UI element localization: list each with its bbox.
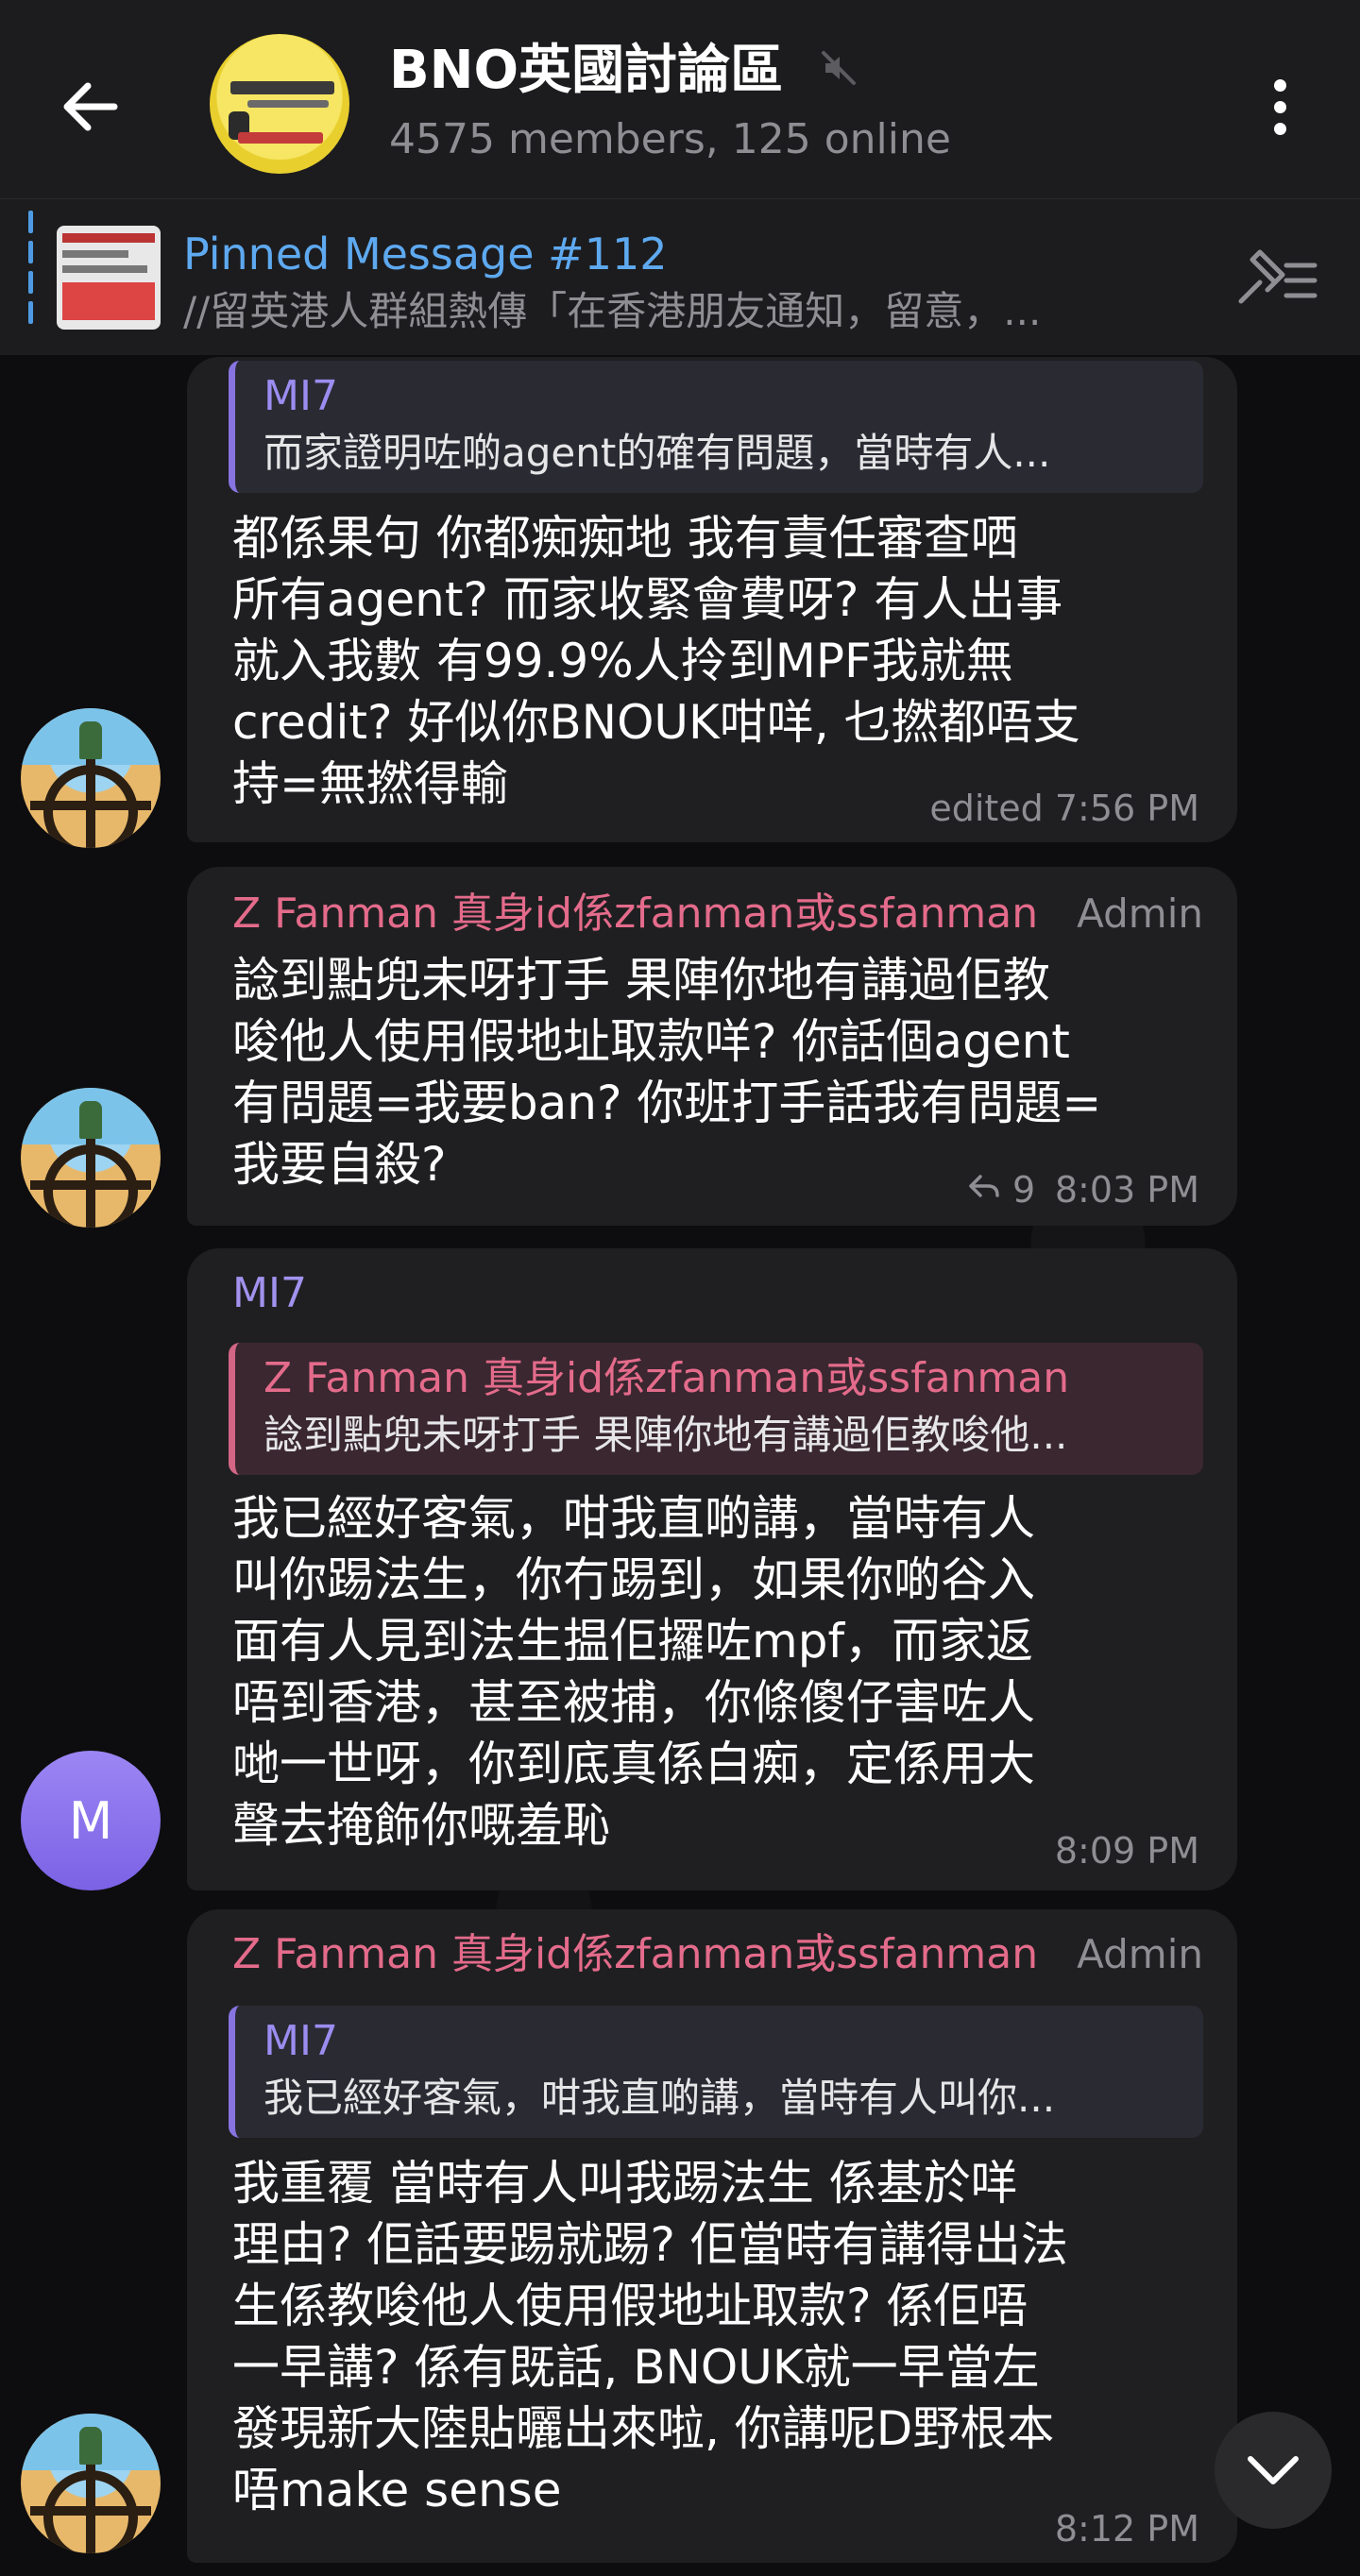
pinned-title: Pinned Message #112 bbox=[183, 229, 668, 280]
chevron-down-icon bbox=[1248, 2456, 1299, 2484]
message-time: 8:12 PM bbox=[1054, 2508, 1199, 2550]
member-count: 4575 members, 125 online bbox=[389, 115, 951, 163]
chat-header: BNO英國討論區 4575 members, 125 online bbox=[0, 0, 1360, 198]
reply-text: 我已經好客氣，咁我直啲講，當時有人叫你... bbox=[264, 2075, 1056, 2121]
avatar[interactable] bbox=[21, 708, 161, 848]
group-avatar[interactable] bbox=[210, 34, 349, 174]
sender-name[interactable]: Z Fanman 真身id係zfanman或ssfanman bbox=[232, 1928, 1038, 1981]
message-time: 8:09 PM bbox=[1054, 1830, 1199, 1872]
pinned-preview: //留英港人群組熱傳「在香港朋友通知，留意，... bbox=[183, 288, 1042, 334]
message-text: 我已經好客氣，咁我直啲講，當時有人 叫你踢法生，你冇踢到，如果你啲谷入 面有人見… bbox=[232, 1491, 1035, 1853]
sender-name[interactable]: MI7 bbox=[232, 1267, 307, 1320]
reply-preview[interactable]: Z Fanman 真身id係zfanman或ssfanman 諗到點兜未呀打手 … bbox=[229, 1343, 1203, 1475]
chat-title[interactable]: BNO英國討論區 bbox=[389, 38, 783, 104]
message-bubble[interactable]: MI7 而家證明咗啲agent的確有問題，當時有人... 都係果句 你都痴痴地 … bbox=[187, 357, 1237, 842]
pinned-thumbnail bbox=[57, 226, 161, 330]
admin-badge: Admin bbox=[1077, 1931, 1203, 1977]
message-bubble[interactable]: Z Fanman 真身id係zfanman或ssfanman Admin 諗到點… bbox=[187, 867, 1237, 1226]
kebab-menu-icon bbox=[1273, 78, 1286, 92]
reply-text: 而家證明咗啲agent的確有問題，當時有人... bbox=[264, 430, 1051, 476]
avatar[interactable]: M bbox=[21, 1751, 161, 1890]
admin-badge: Admin bbox=[1077, 890, 1203, 937]
message-text: 諗到點兜未呀打手 果陣你地有講過佢教 唆他人使用假地址取款咩? 你話個agent… bbox=[232, 953, 1102, 1192]
message-time: edited 7:56 PM bbox=[929, 788, 1199, 829]
arrow-left-icon bbox=[63, 82, 118, 131]
message-bubble[interactable]: MI7 Z Fanman 真身id係zfanman或ssfanman 諗到點兜未… bbox=[187, 1248, 1237, 1890]
kebab-menu-button[interactable] bbox=[1256, 64, 1303, 149]
reply-sender: MI7 bbox=[264, 2017, 338, 2065]
reply-text: 諗到點兜未呀打手 果陣你地有講過佢教唆他... bbox=[264, 1412, 1068, 1458]
sender-name[interactable]: Z Fanman 真身id係zfanman或ssfanman bbox=[232, 888, 1038, 941]
reply-sender: MI7 bbox=[264, 372, 338, 420]
muted-speaker-icon bbox=[822, 51, 856, 85]
back-button[interactable] bbox=[47, 64, 132, 149]
message-bubble[interactable]: Z Fanman 真身id係zfanman或ssfanman Admin MI7… bbox=[187, 1909, 1237, 2563]
avatar[interactable] bbox=[21, 2414, 161, 2553]
reply-count[interactable]: 9 bbox=[1012, 1167, 1035, 1212]
message-text: 我重覆 當時有人叫我踢法生 係基於咩 理由? 佢話要踢就踢? 佢當時有講得出法 … bbox=[232, 2156, 1068, 2517]
reply-arrow-icon bbox=[969, 1175, 999, 1197]
reply-sender: Z Fanman 真身id係zfanman或ssfanman bbox=[264, 1354, 1070, 1402]
pinned-position-indicator bbox=[28, 211, 33, 343]
message-time: 8:03 PM bbox=[1054, 1169, 1199, 1211]
pinned-message-bar[interactable]: Pinned Message #112 //留英港人群組熱傳「在香港朋友通知，留… bbox=[0, 198, 1360, 355]
reply-preview[interactable]: MI7 而家證明咗啲agent的確有問題，當時有人... bbox=[229, 361, 1203, 493]
pinned-list-icon[interactable] bbox=[1228, 241, 1322, 316]
reply-preview[interactable]: MI7 我已經好客氣，咁我直啲講，當時有人叫你... bbox=[229, 2006, 1203, 2138]
message-text: 都係果句 你都痴痴地 我有責任審查哂 所有agent? 而家收緊會費呀? 有人出… bbox=[232, 511, 1080, 811]
avatar-letter: M bbox=[68, 1790, 113, 1851]
scroll-to-bottom-button[interactable] bbox=[1215, 2412, 1332, 2529]
avatar[interactable] bbox=[21, 1088, 161, 1228]
